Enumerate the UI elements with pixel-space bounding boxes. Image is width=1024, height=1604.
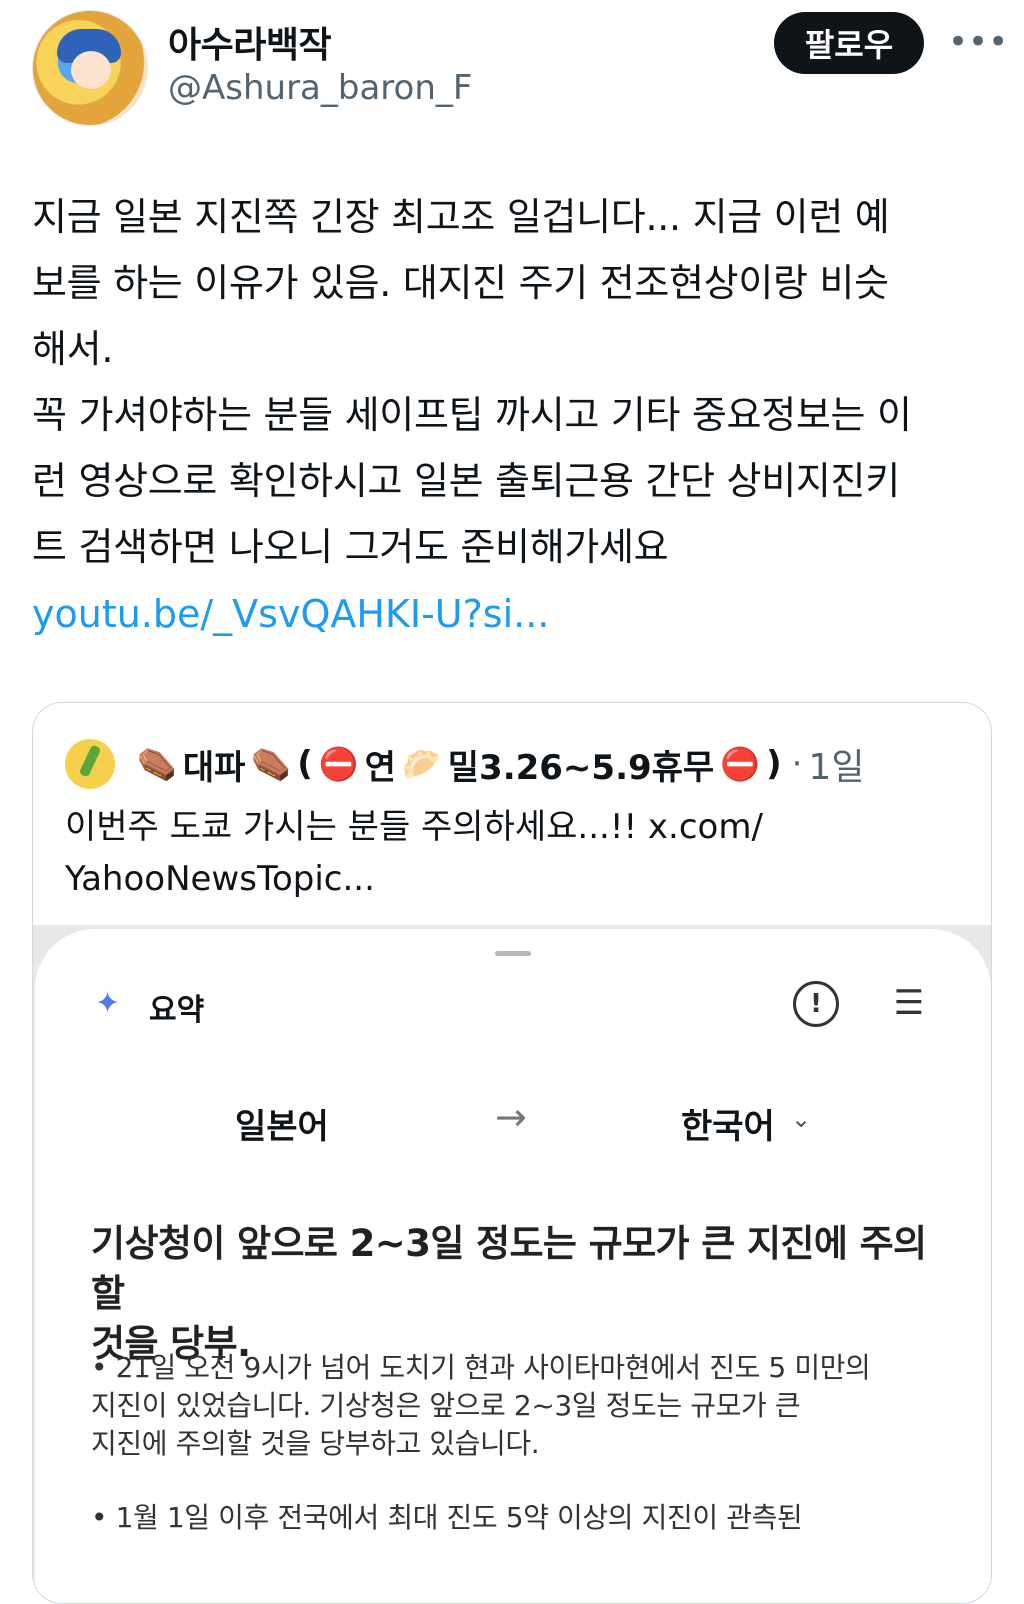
quote-text-line: YahooNewsTopic... (65, 859, 375, 899)
quote-header: ⚰️ 대파 ⚰️ ( ⛔ 연 🥟 밀3.26~5.9휴무 ⛔ ) · 1일 (65, 739, 864, 789)
author-avatar[interactable] (32, 10, 148, 126)
no-entry-icon: ⛔ (720, 745, 761, 783)
coffin-icon: ⚰️ (137, 745, 177, 783)
more-icon[interactable]: ••• (948, 25, 1008, 59)
quote-timestamp[interactable]: 1일 (808, 738, 864, 790)
tweet-line: 지금 일본 지진쪽 긴장 최고조 일겁니다... 지금 이런 예 (32, 195, 890, 239)
tweet-line: 트 검색하면 나오니 그거도 준비해가세요 (32, 525, 669, 569)
summary-bullet: • 21일 오전 9시가 넘어 도치기 현과 사이타마현에서 진도 5 미만의 … (91, 1349, 951, 1463)
tweet-line: 해서. (32, 327, 114, 371)
bullet-line: • 1월 1일 이후 전국에서 최대 진도 5약 이상의 지진이 관측된 (91, 1501, 803, 1534)
settings-icon[interactable]: ☰ (887, 981, 931, 1025)
avatar-face (71, 51, 111, 89)
quoted-tweet[interactable]: ⚰️ 대파 ⚰️ ( ⛔ 연 🥟 밀3.26~5.9휴무 ⛔ ) · 1일 이번… (32, 702, 992, 1604)
quote-name-part: 대파 (182, 747, 246, 788)
bullet-line: 지진이 있었습니다. 기상청은 앞으로 2~3일 정도는 규모가 큰 (91, 1389, 801, 1422)
quote-separator: · (791, 744, 803, 784)
quote-name-paren: ) (766, 744, 782, 784)
target-language[interactable]: 한국어 (681, 1099, 775, 1148)
tweet-header: 아수라백작 @Ashura_baron_F 팔로우 ••• (0, 0, 1024, 140)
author-display-name[interactable]: 아수라백작 (168, 16, 332, 68)
sparkle-icon: ✦ (95, 986, 121, 1021)
drag-handle[interactable] (495, 951, 531, 956)
tweet-line: 꼭 가셔야하는 분들 세이프팁 까시고 기타 중요정보는 이 (32, 393, 912, 437)
no-entry-icon: ⛔ (318, 745, 359, 783)
tweet-line: 런 영상으로 확인하시고 일본 출퇴근용 간단 상비지진키 (32, 459, 900, 503)
bullet-line: • 21일 오전 9시가 넘어 도치기 현과 사이타마현에서 진도 5 미만의 (91, 1351, 871, 1384)
quote-name-paren: ( (297, 744, 313, 784)
source-language[interactable]: 일본어 (235, 1099, 329, 1148)
summary-headline: 기상청이 앞으로 2~3일 정도는 규모가 큰 지진에 주의할 것을 당부. (91, 1219, 951, 1369)
author-handle[interactable]: @Ashura_baron_F (168, 68, 472, 108)
summary-sheet: ✦ 요약 ! ☰ 일본어 → 한국어 ⌄ 기상청이 앞으로 2~3일 정도는 규… (35, 929, 991, 1603)
summary-title: 요약 (149, 993, 205, 1028)
quote-name-part: 밀3.26~5.9휴무 (447, 747, 715, 788)
chevron-down-icon[interactable]: ⌄ (791, 1105, 811, 1133)
quote-text-line: 이번주 도쿄 가시는 분들 주의하세요...!! x.com/ (65, 807, 763, 847)
headline-line: 기상청이 앞으로 2~3일 정도는 규모가 큰 지진에 주의할 (91, 1222, 927, 1315)
attached-screenshot[interactable]: ✦ 요약 ! ☰ 일본어 → 한국어 ⌄ 기상청이 앞으로 2~3일 정도는 규… (33, 925, 991, 1603)
quote-name-part: 연 (364, 747, 396, 788)
quote-avatar[interactable] (65, 739, 115, 789)
coffin-icon: ⚰️ (251, 745, 292, 783)
bullet-line: 지진에 주의할 것을 당부하고 있습니다. (91, 1427, 540, 1460)
follow-button[interactable]: 팔로우 (774, 12, 924, 74)
tweet-line: 보를 하는 이유가 있음. 대지진 주기 전조현상이랑 비슷 (32, 261, 889, 305)
quote-text: 이번주 도쿄 가시는 분들 주의하세요...!! x.com/ YahooNew… (65, 801, 945, 905)
alert-icon[interactable]: ! (793, 981, 839, 1027)
summary-bullet: • 1월 1일 이후 전국에서 최대 진도 5약 이상의 지진이 관측된 (91, 1499, 951, 1537)
arrow-right-icon: → (495, 1095, 527, 1139)
tweet-link[interactable]: youtu.be/_VsvQAHKI-U?si... (32, 584, 549, 644)
dumpling-icon: 🥟 (401, 745, 442, 783)
tweet-body: 지금 일본 지진쪽 긴장 최고조 일겁니다... 지금 이런 예 보를 하는 이… (32, 184, 1002, 580)
